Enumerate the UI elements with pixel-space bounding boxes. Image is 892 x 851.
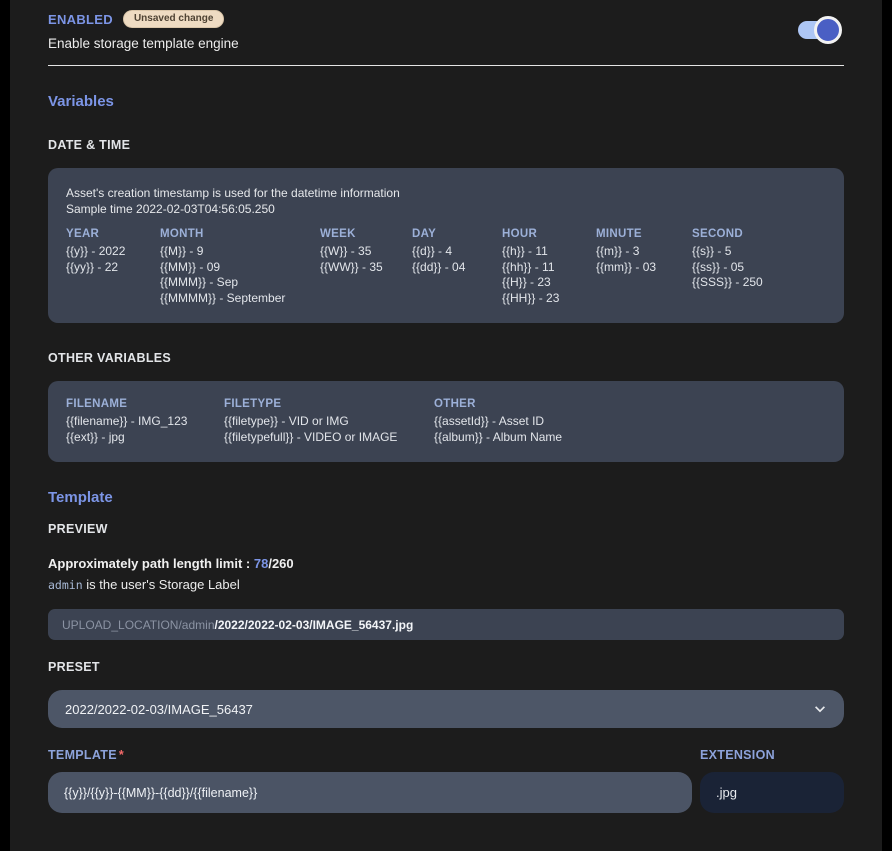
toggle-knob [814, 16, 842, 44]
variable-column-filetype: FILETYPE {{filetype}} - VID or IMG{{filet… [224, 398, 434, 445]
variable-column-year: YEAR {{y}} - 2022{{yy}} - 22 [66, 228, 160, 306]
template-input[interactable] [48, 772, 692, 813]
path-length-value: 78 [254, 556, 268, 571]
storage-label-user: admin [48, 578, 83, 592]
template-field-label: TEMPLATE* [48, 748, 692, 762]
datetime-label: DATE & TIME [48, 138, 844, 152]
variable-item: {{y}} - 2022 [66, 244, 160, 260]
path-limit-text: Approximately path length limit : [48, 556, 254, 571]
variable-column-hour: HOUR {{h}} - 11{{hh}} - 11{{H}} - 23{{HH}… [502, 228, 596, 306]
variable-column-day: DAY {{d}} - 4{{dd}} - 04 [412, 228, 502, 306]
storage-label-suffix: is the user's Storage Label [83, 577, 240, 592]
variable-item: {{HH}} - 23 [502, 291, 596, 307]
storage-template-toggle[interactable] [798, 16, 842, 44]
path-max-value: /260 [268, 556, 293, 571]
variable-item: {{SSS}} - 250 [692, 275, 826, 291]
variables-heading: Variables [48, 93, 844, 110]
variable-column-header: MONTH [160, 228, 320, 240]
variable-item: {{assetId}} - Asset ID [434, 414, 826, 430]
preview-label: PREVIEW [48, 522, 844, 536]
variable-column-filename: FILENAME {{filename}} - IMG_123{{ext}} - … [66, 398, 224, 445]
section-divider [48, 65, 844, 66]
preset-selected-value: 2022/2022-02-03/IMAGE_56437 [65, 702, 253, 717]
chevron-down-icon [813, 702, 827, 716]
datetime-variables-panel: Asset's creation timestamp is used for t… [48, 168, 844, 323]
variable-column-other: OTHER {{assetId}} - Asset ID{{album}} - A… [434, 398, 826, 445]
preview-path-prefix: UPLOAD_LOCATION/admin [62, 618, 215, 632]
variable-item: {{H}} - 23 [502, 275, 596, 291]
variable-item: {{yy}} - 22 [66, 260, 160, 276]
unsaved-change-badge: Unsaved change [123, 10, 224, 28]
required-asterisk: * [119, 748, 124, 762]
variable-item: {{s}} - 5 [692, 244, 826, 260]
template-heading: Template [48, 489, 844, 506]
variable-column-header: HOUR [502, 228, 596, 240]
extension-value-box: .jpg [700, 772, 844, 813]
variable-column-second: SECOND {{s}} - 5{{ss}} - 05{{SSS}} - 250 [692, 228, 826, 306]
variable-item: {{ss}} - 05 [692, 260, 826, 276]
variable-column-header: MINUTE [596, 228, 692, 240]
variable-item: {{filetypefull}} - VIDEO or IMAGE [224, 430, 434, 446]
preset-select[interactable]: 2022/2022-02-03/IMAGE_56437 [48, 690, 844, 728]
variable-column-header: WEEK [320, 228, 412, 240]
variable-item: {{ext}} - jpg [66, 430, 224, 446]
variable-column-header: SECOND [692, 228, 826, 240]
variable-column-week: WEEK {{W}} - 35{{WW}} - 35 [320, 228, 412, 306]
path-preview-bar: UPLOAD_LOCATION/admin/2022/2022-02-03/IM… [48, 609, 844, 640]
variable-column-header: FILETYPE [224, 398, 434, 410]
datetime-variable-columns: YEAR {{y}} - 2022{{yy}} - 22 MONTH {{M}} - … [66, 228, 826, 306]
extension-value: .jpg [716, 785, 737, 800]
enable-description: Enable storage template engine [48, 36, 239, 51]
storage-label-line: admin is the user's Storage Label [48, 577, 844, 592]
variable-item: {{filename}} - IMG_123 [66, 414, 224, 430]
variable-item: {{d}} - 4 [412, 244, 502, 260]
variable-item: {{m}} - 3 [596, 244, 692, 260]
variable-item: {{MMMM}} - September [160, 291, 320, 307]
datetime-note-1: Asset's creation timestamp is used for t… [66, 185, 826, 201]
variable-item: {{h}} - 11 [502, 244, 596, 260]
variable-column-minute: MINUTE {{m}} - 3{{mm}} - 03 [596, 228, 692, 306]
variable-item: {{album}} - Album Name [434, 430, 826, 446]
other-variables-panel: FILENAME {{filename}} - IMG_123{{ext}} - … [48, 381, 844, 462]
enable-section: ENABLED Unsaved change Enable storage te… [48, 10, 844, 51]
variable-item: {{W}} - 35 [320, 244, 412, 260]
variable-item: {{filetype}} - VID or IMG [224, 414, 434, 430]
variable-item: {{mm}} - 03 [596, 260, 692, 276]
variable-item: {{M}} - 9 [160, 244, 320, 260]
variable-column-month: MONTH {{M}} - 9{{MM}} - 09{{MMM}} - Sep{{… [160, 228, 320, 306]
preview-path-result: /2022/2022-02-03/IMAGE_56437.jpg [215, 618, 414, 632]
path-length-limit: Approximately path length limit : 78/260 [48, 556, 844, 571]
extension-field-label: EXTENSION [700, 748, 844, 762]
variable-column-header: DAY [412, 228, 502, 240]
other-variables-label: OTHER VARIABLES [48, 351, 844, 365]
variable-item: {{MMM}} - Sep [160, 275, 320, 291]
datetime-note-2: Sample time 2022-02-03T04:56:05.250 [66, 201, 826, 217]
variable-item: {{WW}} - 35 [320, 260, 412, 276]
variable-column-header: YEAR [66, 228, 160, 240]
variable-item: {{MM}} - 09 [160, 260, 320, 276]
variable-column-header: FILENAME [66, 398, 224, 410]
preset-label: PRESET [48, 660, 844, 674]
template-label-text: TEMPLATE [48, 748, 117, 762]
storage-template-settings-page: ENABLED Unsaved change Enable storage te… [10, 0, 882, 851]
variable-column-header: OTHER [434, 398, 826, 410]
other-variable-columns: FILENAME {{filename}} - IMG_123{{ext}} - … [66, 398, 826, 445]
variable-item: {{hh}} - 11 [502, 260, 596, 276]
enabled-label: ENABLED [48, 12, 113, 27]
variable-item: {{dd}} - 04 [412, 260, 502, 276]
